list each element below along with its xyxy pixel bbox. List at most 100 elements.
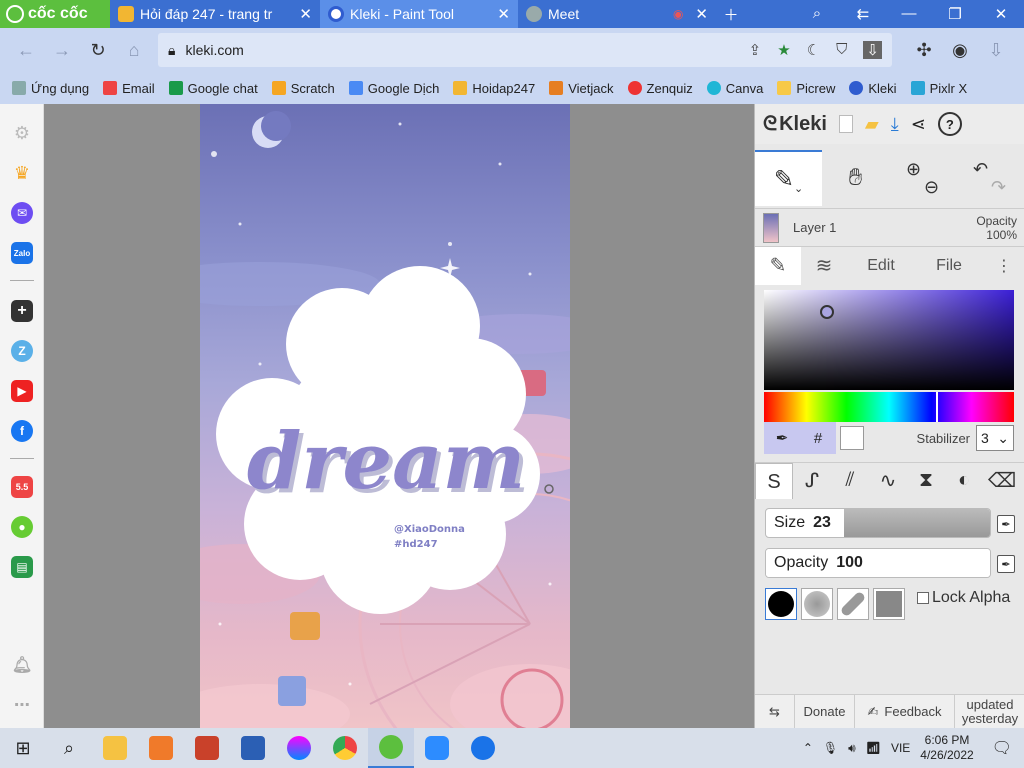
- url-input[interactable]: 🔒︎ kleki.com ⇪ ★ ☾ ⛉ ⇩: [158, 33, 892, 67]
- feedback-link[interactable]: ✍ Feedback: [855, 694, 955, 729]
- undo-icon[interactable]: ↶: [973, 160, 988, 178]
- notifications-icon[interactable]: 🗨︎: [992, 738, 1012, 758]
- browser-brand[interactable]: cốc cốc: [0, 0, 110, 28]
- shield-icon[interactable]: ⛉: [836, 41, 847, 59]
- microphone-icon[interactable]: 🎙︎: [823, 741, 838, 755]
- start-button[interactable]: ⊞: [0, 728, 46, 768]
- add-icon[interactable]: +: [11, 300, 33, 322]
- hue-slider[interactable]: [764, 392, 1014, 422]
- open-folder-icon[interactable]: ▰: [865, 114, 879, 135]
- extensions-icon[interactable]: ✣: [906, 40, 942, 61]
- sketchy-brush-icon[interactable]: ⫽: [831, 469, 869, 492]
- layer-row[interactable]: Layer 1 Opacity 100%: [755, 208, 1024, 246]
- shape-circle-hard[interactable]: [765, 588, 797, 620]
- coccoc-taskbar-icon[interactable]: [368, 728, 414, 768]
- hex-input-button[interactable]: #: [800, 422, 836, 454]
- share-icon[interactable]: ⋖: [911, 114, 926, 135]
- size-slider[interactable]: Size 23: [765, 508, 991, 538]
- dark-mode-icon[interactable]: ☾: [807, 41, 820, 59]
- bookmark-star-icon[interactable]: ★: [777, 41, 790, 59]
- shopee-icon[interactable]: 5.5: [11, 476, 33, 498]
- bookmark-hoidap247[interactable]: Hoidap247: [453, 81, 535, 96]
- facebook-icon[interactable]: f: [11, 420, 33, 442]
- zoom-out-icon[interactable]: ⊖: [924, 178, 939, 196]
- close-tab-icon[interactable]: ✕: [299, 5, 312, 23]
- download-icon[interactable]: ⤓: [891, 114, 899, 135]
- search-icon[interactable]: ⌕: [46, 728, 92, 768]
- tab-hoidap[interactable]: Hỏi đáp 247 - trang tr ✕: [110, 0, 320, 28]
- eraser-icon[interactable]: ⌫: [983, 468, 1021, 493]
- bookmark-picrew[interactable]: Picrew: [777, 81, 835, 96]
- swap-side-icon[interactable]: ⇆: [755, 694, 795, 729]
- bookmark-apps[interactable]: Ứng dụng: [12, 81, 89, 96]
- close-tab-icon[interactable]: ✕: [695, 5, 708, 23]
- smudge-brush-icon[interactable]: ◐: [945, 469, 983, 492]
- bookmark-email[interactable]: Email: [103, 81, 155, 96]
- close-tab-icon[interactable]: ✕: [497, 5, 510, 23]
- chemy-brush-icon[interactable]: ⧗: [907, 469, 945, 492]
- lock-alpha-checkbox[interactable]: Lock Alpha: [917, 589, 1010, 607]
- drawing-canvas[interactable]: dream dream @XiaoDonna #hd247: [200, 104, 570, 728]
- profile-icon[interactable]: ◉: [942, 40, 978, 61]
- current-color-swatch[interactable]: [840, 426, 864, 450]
- redo-icon[interactable]: ↷: [991, 178, 1006, 196]
- bookmark-pixlr[interactable]: Pixlr X: [910, 81, 967, 96]
- tab-file[interactable]: File: [915, 247, 983, 285]
- file-explorer-icon[interactable]: [92, 728, 138, 768]
- undo-close-icon[interactable]: ⇇: [840, 5, 886, 23]
- chrome-icon[interactable]: [322, 728, 368, 768]
- volume-icon[interactable]: 🔊︎: [848, 741, 856, 756]
- clock[interactable]: 6:06 PM 4/26/2022: [920, 733, 973, 763]
- checkbox-box[interactable]: [917, 592, 929, 604]
- stabilizer-select[interactable]: 3 ⌄: [976, 425, 1014, 451]
- updated-link[interactable]: updated yesterday: [955, 695, 1024, 729]
- foxit-icon[interactable]: [138, 728, 184, 768]
- powerpoint-icon[interactable]: [184, 728, 230, 768]
- blend-brush-icon[interactable]: ᔑ: [793, 468, 831, 493]
- opacity-pressure-toggle[interactable]: ✒: [997, 555, 1015, 573]
- minimize-icon[interactable]: —: [886, 5, 932, 23]
- bookmark-google-chat[interactable]: Google chat: [168, 81, 258, 96]
- more-menu-icon[interactable]: ⋮: [983, 247, 1024, 285]
- more-icon[interactable]: ⋯: [11, 694, 33, 716]
- pen-brush-icon[interactable]: S: [755, 462, 793, 499]
- close-window-icon[interactable]: ✕: [978, 5, 1024, 23]
- help-icon[interactable]: ?: [937, 112, 962, 136]
- share-icon[interactable]: ⇪: [749, 41, 762, 59]
- paint3d-icon[interactable]: [276, 728, 322, 768]
- zenquiz-sidebar-icon[interactable]: Z: [11, 340, 33, 362]
- new-tab-icon[interactable]: ＋: [716, 4, 746, 25]
- tab-edit[interactable]: Edit: [847, 247, 915, 285]
- bookmark-scratch[interactable]: Scratch: [271, 81, 335, 96]
- bookmark-vietjack[interactable]: Vietjack: [549, 81, 614, 96]
- bookmark-zenquiz[interactable]: Zenquiz: [627, 81, 693, 96]
- bookmark-google-translate[interactable]: Google Dịch: [348, 81, 439, 96]
- notification-bell-icon[interactable]: 🔔︎: [11, 654, 33, 676]
- tab-layers[interactable]: ≋: [801, 247, 847, 285]
- zalo-icon[interactable]: Zalo: [11, 242, 33, 264]
- settings-gear-icon[interactable]: ⚙: [11, 122, 33, 144]
- tab-meet[interactable]: Meet ◉ ✕: [518, 0, 716, 28]
- size-pressure-toggle[interactable]: ✒: [997, 515, 1015, 533]
- hue-slider-handle[interactable]: [936, 392, 938, 422]
- bookmark-canva[interactable]: Canva: [706, 81, 763, 96]
- word-icon[interactable]: [230, 728, 276, 768]
- restore-icon[interactable]: ❐: [932, 5, 978, 23]
- youtube-icon[interactable]: ▶: [11, 380, 33, 402]
- shape-square[interactable]: [873, 588, 905, 620]
- donate-link[interactable]: Donate: [795, 694, 855, 729]
- back-icon[interactable]: ←: [8, 40, 44, 61]
- chevron-up-icon[interactable]: ⌃: [803, 741, 813, 755]
- zoom-icon[interactable]: [414, 728, 460, 768]
- color-picker-handle[interactable]: [820, 305, 834, 319]
- new-image-icon[interactable]: [838, 115, 853, 133]
- download-video-icon[interactable]: ⇩: [863, 41, 882, 59]
- opacity-slider[interactable]: Opacity 100: [765, 548, 991, 578]
- wifi-icon[interactable]: 📶︎: [866, 741, 881, 755]
- language-indicator[interactable]: VIE: [891, 741, 910, 755]
- maps-icon[interactable]: ●: [11, 516, 33, 538]
- bookmark-kleki[interactable]: Kleki: [849, 81, 897, 96]
- forward-icon[interactable]: →: [44, 40, 80, 61]
- search-tabs-icon[interactable]: ⌕: [794, 5, 840, 23]
- downloads-icon[interactable]: ⇩: [978, 40, 1014, 61]
